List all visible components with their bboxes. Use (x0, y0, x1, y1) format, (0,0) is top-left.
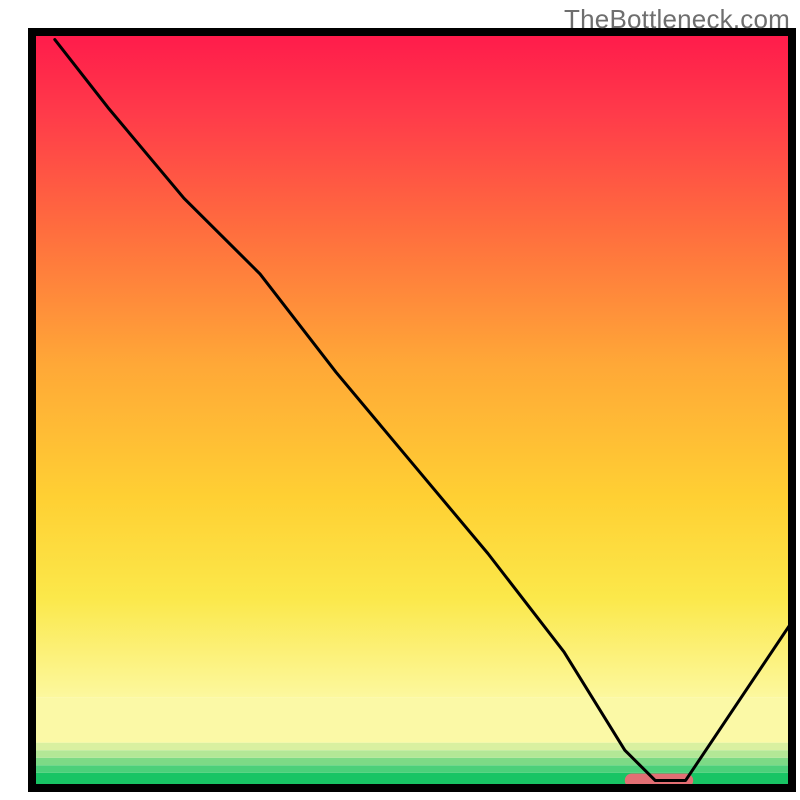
watermark-text: TheBottleneck.com (564, 4, 790, 35)
chart-container: TheBottleneck.com (0, 0, 800, 800)
bottleneck-chart (0, 0, 800, 800)
